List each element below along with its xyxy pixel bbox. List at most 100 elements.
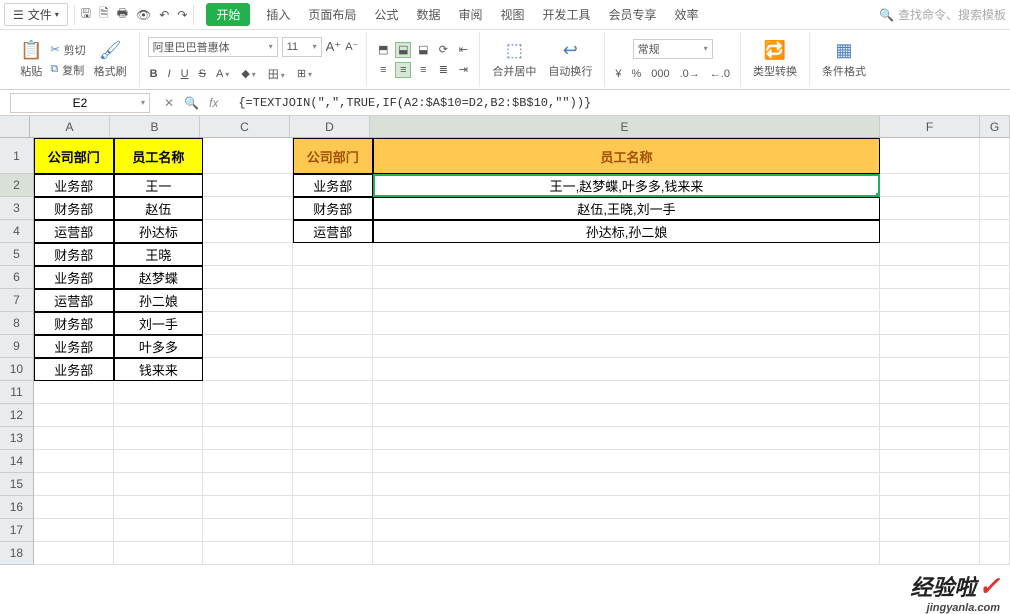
col-header-D[interactable]: D bbox=[290, 116, 370, 137]
cell-B16[interactable] bbox=[114, 496, 204, 519]
cond-format-button[interactable]: ▦条件格式 bbox=[818, 40, 870, 79]
cell-A7[interactable]: 运营部 bbox=[34, 289, 114, 312]
cell-B17[interactable] bbox=[114, 519, 204, 542]
underline-button[interactable]: U bbox=[179, 67, 191, 81]
row-header[interactable]: 1 bbox=[0, 138, 34, 174]
cell-D16[interactable] bbox=[293, 496, 373, 519]
file-menu[interactable]: ☰ 文件 ▾ bbox=[4, 3, 68, 26]
row-header[interactable]: 18 bbox=[0, 542, 34, 565]
cell-D17[interactable] bbox=[293, 519, 373, 542]
cell-G11[interactable] bbox=[980, 381, 1010, 404]
undo-icon[interactable]: ↶ bbox=[159, 8, 169, 22]
cell-F11[interactable] bbox=[880, 381, 980, 404]
row-header[interactable]: 16 bbox=[0, 496, 34, 519]
cell-E7[interactable] bbox=[373, 289, 881, 312]
preview-icon[interactable]: 👁 bbox=[136, 8, 151, 22]
align-right-icon[interactable]: ≡ bbox=[415, 62, 431, 78]
cell-E18[interactable] bbox=[373, 542, 881, 565]
cell-G5[interactable] bbox=[980, 243, 1010, 266]
row-header[interactable]: 9 bbox=[0, 335, 34, 358]
align-center-icon[interactable]: ≡ bbox=[395, 62, 411, 78]
print-icon[interactable]: 🖶 bbox=[117, 4, 128, 25]
tab-review[interactable]: 审阅 bbox=[456, 2, 484, 27]
cell-F7[interactable] bbox=[880, 289, 980, 312]
cell-E17[interactable] bbox=[373, 519, 881, 542]
tab-data[interactable]: 数据 bbox=[414, 2, 442, 27]
cell-F4[interactable] bbox=[880, 220, 980, 243]
select-all-corner[interactable] bbox=[0, 116, 30, 137]
cell-A15[interactable] bbox=[34, 473, 114, 496]
cell-C17[interactable] bbox=[203, 519, 293, 542]
cell-F3[interactable] bbox=[880, 197, 980, 220]
row-header[interactable]: 2 bbox=[0, 174, 34, 197]
cell-G14[interactable] bbox=[980, 450, 1010, 473]
cell-D9[interactable] bbox=[293, 335, 373, 358]
cell-E8[interactable] bbox=[373, 312, 881, 335]
cell-F18[interactable] bbox=[880, 542, 980, 565]
cell-C18[interactable] bbox=[203, 542, 293, 565]
cell-A4[interactable]: 运营部 bbox=[34, 220, 114, 243]
wrap-button[interactable]: ↩自动换行 bbox=[544, 40, 596, 79]
row-header[interactable]: 3 bbox=[0, 197, 34, 220]
cell-A5[interactable]: 财务部 bbox=[34, 243, 114, 266]
cell-E10[interactable] bbox=[373, 358, 881, 381]
fx-icon[interactable]: fx bbox=[209, 96, 218, 110]
cell-F9[interactable] bbox=[880, 335, 980, 358]
tab-layout[interactable]: 页面布局 bbox=[306, 2, 358, 27]
cell-F17[interactable] bbox=[880, 519, 980, 542]
row-header[interactable]: 4 bbox=[0, 220, 34, 243]
tab-vip[interactable]: 会员专享 bbox=[607, 2, 659, 27]
row-header[interactable]: 11 bbox=[0, 381, 34, 404]
font-size-select[interactable]: 11▾ bbox=[282, 37, 322, 57]
cell-E15[interactable] bbox=[373, 473, 881, 496]
cell-B9[interactable]: 叶多多 bbox=[114, 335, 204, 358]
dec-inc-icon[interactable]: .0→ bbox=[678, 67, 702, 81]
cell-D5[interactable] bbox=[293, 243, 373, 266]
cell-G1[interactable] bbox=[980, 138, 1010, 174]
cell-B14[interactable] bbox=[114, 450, 204, 473]
cell-A6[interactable]: 业务部 bbox=[34, 266, 114, 289]
cell-C11[interactable] bbox=[203, 381, 293, 404]
row-header[interactable]: 8 bbox=[0, 312, 34, 335]
cell-B5[interactable]: 王晓 bbox=[114, 243, 204, 266]
copy-button[interactable]: ⧉复制 bbox=[50, 62, 85, 78]
cell-D12[interactable] bbox=[293, 404, 373, 427]
redo-icon[interactable]: ↷ bbox=[177, 8, 187, 22]
zoom-icon[interactable]: 🔍 bbox=[184, 96, 199, 110]
cell-G9[interactable] bbox=[980, 335, 1010, 358]
cell-E9[interactable] bbox=[373, 335, 881, 358]
col-header-C[interactable]: C bbox=[200, 116, 290, 137]
type-convert-button[interactable]: 🔁类型转换 bbox=[749, 40, 801, 79]
percent-icon[interactable]: % bbox=[629, 67, 643, 81]
save-icon[interactable]: 🖫 bbox=[81, 4, 91, 25]
justify-icon[interactable]: ≣ bbox=[435, 62, 451, 78]
cell-C13[interactable] bbox=[203, 427, 293, 450]
cell-C3[interactable] bbox=[203, 197, 293, 220]
cell-D2[interactable]: 业务部 bbox=[293, 174, 373, 197]
row-header[interactable]: 7 bbox=[0, 289, 34, 312]
cell-G4[interactable] bbox=[980, 220, 1010, 243]
cell-C12[interactable] bbox=[203, 404, 293, 427]
cell-A3[interactable]: 财务部 bbox=[34, 197, 114, 220]
merge-button[interactable]: ⬚合并居中 bbox=[488, 40, 540, 79]
cell-G17[interactable] bbox=[980, 519, 1010, 542]
number-format-select[interactable]: 常规▾ bbox=[633, 39, 713, 59]
font-color-button[interactable]: A▾ bbox=[214, 67, 233, 81]
cell-D6[interactable] bbox=[293, 266, 373, 289]
cell-G12[interactable] bbox=[980, 404, 1010, 427]
border-button[interactable]: 田▾ bbox=[266, 65, 289, 83]
row-header[interactable]: 13 bbox=[0, 427, 34, 450]
col-header-G[interactable]: G bbox=[980, 116, 1010, 137]
cell-G18[interactable] bbox=[980, 542, 1010, 565]
cell-E13[interactable] bbox=[373, 427, 881, 450]
indent-dec-icon[interactable]: ⇤ bbox=[455, 42, 471, 58]
cell-G6[interactable] bbox=[980, 266, 1010, 289]
row-header[interactable]: 12 bbox=[0, 404, 34, 427]
cell-E11[interactable] bbox=[373, 381, 881, 404]
cell-C6[interactable] bbox=[203, 266, 293, 289]
cell-F14[interactable] bbox=[880, 450, 980, 473]
cell-C16[interactable] bbox=[203, 496, 293, 519]
cell-A14[interactable] bbox=[34, 450, 114, 473]
align-left-icon[interactable]: ≡ bbox=[375, 62, 391, 78]
row-header[interactable]: 15 bbox=[0, 473, 34, 496]
